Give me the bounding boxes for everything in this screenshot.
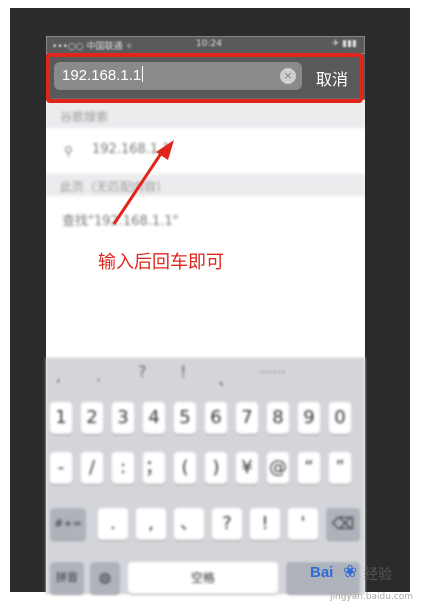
key-quote-close[interactable]: ” (329, 452, 351, 484)
key-6[interactable]: 6 (205, 402, 227, 434)
key-at[interactable]: @ (267, 452, 289, 484)
key-paren-close[interactable]: ) (205, 452, 227, 484)
paw-icon: ❀ (343, 562, 358, 582)
key-enumeration-comma[interactable]: 、 (174, 508, 204, 540)
key-comma[interactable]: , (136, 508, 166, 540)
pinyin-key[interactable]: 拼音 (50, 562, 84, 594)
key-period[interactable]: . (98, 508, 128, 540)
logo-brand-text: Bai (310, 564, 334, 581)
symbol-key[interactable]: , (56, 366, 61, 385)
key-1[interactable]: 1 (50, 402, 72, 434)
backspace-icon[interactable]: ⌫ (326, 508, 360, 540)
key-semicolon[interactable]: ； (143, 452, 165, 484)
key-7[interactable]: 7 (236, 402, 258, 434)
key-2[interactable]: 2 (81, 402, 103, 434)
key-0[interactable]: 0 (329, 402, 351, 434)
globe-icon[interactable]: ◍ (90, 562, 120, 594)
key-dash[interactable]: - (50, 452, 72, 484)
key-paren-open[interactable]: ( (174, 452, 196, 484)
key-quote-open[interactable]: “ (298, 452, 320, 484)
symbol-key[interactable]: ? (138, 362, 147, 381)
key-8[interactable]: 8 (267, 402, 289, 434)
logo-brand-text2: 经验 (364, 567, 392, 583)
key-slash[interactable]: / (81, 452, 103, 484)
key-apostrophe[interactable]: ' (288, 508, 318, 540)
key-exclamation[interactable]: ! (250, 508, 280, 540)
symbol-key[interactable]: 、 (218, 366, 234, 390)
annotation-text: 输入后回车即可 (98, 252, 224, 273)
symbol-key[interactable]: …… (260, 362, 286, 377)
key-5[interactable]: 5 (174, 402, 196, 434)
symbol-key[interactable]: ! (180, 362, 186, 381)
keyboard: , . ? ! 、 …… 1 2 3 4 5 6 7 8 9 0 - / : ；… (46, 358, 365, 594)
baidu-jingyan-logo: Bai ❀ 经验 (310, 562, 405, 592)
key-4[interactable]: 4 (143, 402, 165, 434)
key-3[interactable]: 3 (112, 402, 134, 434)
symbol-key[interactable]: . (96, 366, 101, 385)
more-symbols-key[interactable]: #+= (50, 508, 86, 540)
key-9[interactable]: 9 (298, 402, 320, 434)
key-yen[interactable]: ¥ (236, 452, 258, 484)
space-key[interactable]: 空格 (128, 562, 278, 594)
key-question[interactable]: ? (212, 508, 242, 540)
key-colon[interactable]: : (112, 452, 134, 484)
watermark-url: jingyan.baidu.com (330, 592, 414, 602)
